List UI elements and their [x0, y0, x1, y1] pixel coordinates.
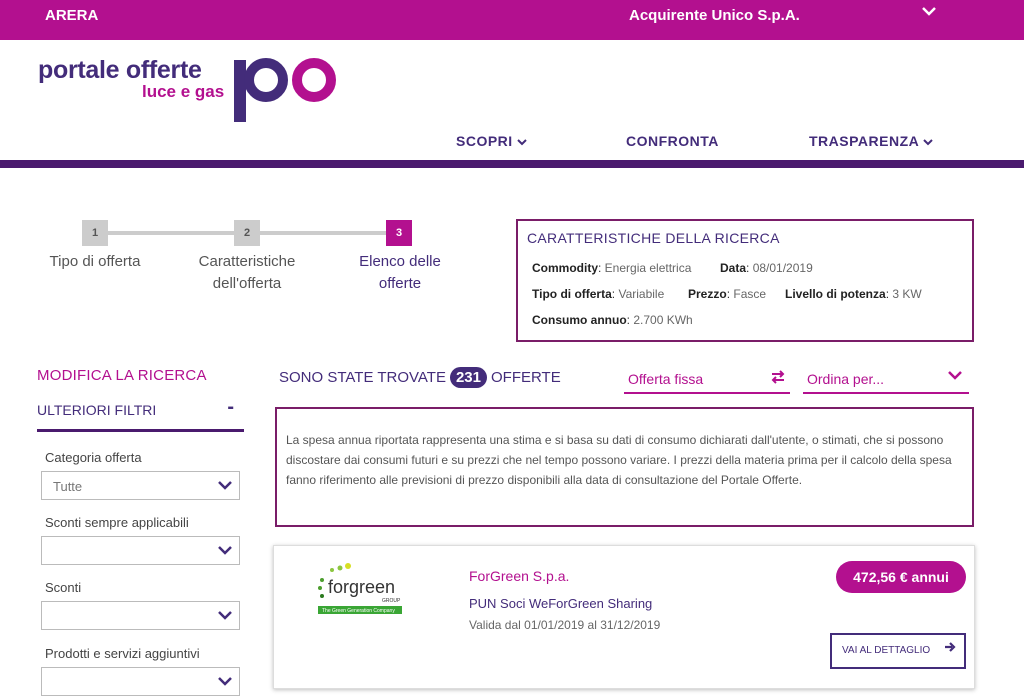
step-connector: [252, 231, 392, 235]
nav-scopri[interactable]: SCOPRI: [456, 133, 527, 149]
step-3-number: 3: [386, 220, 412, 246]
po-logo-icon: [234, 58, 336, 122]
chevron-down-icon: [217, 608, 233, 625]
forgreen-logo: forgreen GROUP The Green Generation Comp…: [314, 562, 414, 623]
chevron-down-icon: [217, 543, 233, 560]
collapse-icon[interactable]: -: [227, 396, 234, 419]
chevron-down-icon[interactable]: [920, 2, 938, 24]
offer-card: forgreen GROUP The Green Generation Comp…: [273, 545, 975, 689]
search-characteristics-box: CARATTERISTICHE DELLA RICERCA Commodity:…: [516, 219, 974, 342]
filter-label: Prodotti e servizi aggiuntivi: [45, 646, 200, 661]
offer-name: PUN Soci WeForGreen Sharing: [469, 596, 653, 611]
results-count: SONO STATE TROVATE 231 OFFERTE: [279, 367, 561, 388]
results-count-badge: 231: [449, 367, 487, 388]
detail-button[interactable]: VAI AL DETTAGLIO: [830, 633, 966, 669]
annual-price-badge: 472,56 € annui: [836, 561, 966, 593]
acquirente-unico-link[interactable]: Acquirente Unico S.p.A.: [629, 7, 800, 24]
logo-subtitle: luce e gas: [142, 82, 225, 101]
svg-text:The Green Generation Company: The Green Generation Company: [322, 608, 395, 614]
chevron-down-icon: [923, 139, 933, 146]
step-3-label: Elenco delle offerte: [359, 253, 441, 292]
svg-text:GROUP: GROUP: [382, 598, 401, 604]
offer-validity: Valida dal 01/01/2019 al 31/12/2019: [469, 618, 661, 632]
chevron-down-icon: [947, 368, 963, 385]
nav-confronta[interactable]: CONFRONTA: [626, 133, 719, 149]
sort-dropdown[interactable]: Ordina per...: [803, 364, 969, 394]
filter-label: Sconti: [45, 580, 82, 595]
step-connector: [100, 231, 240, 235]
chevron-down-icon: [217, 674, 233, 691]
arrow-right-icon: [944, 635, 956, 667]
nav-trasparenza[interactable]: TRASPARENZA: [809, 133, 933, 149]
tipo-row: Tipo di offerta: Variabile: [532, 287, 665, 301]
logo-title: portale offerte: [38, 56, 202, 84]
svg-text:forgreen: forgreen: [328, 577, 395, 597]
further-filters-label: ULTERIORI FILTRI: [37, 402, 157, 418]
step-1-label[interactable]: Tipo di offerta: [20, 251, 170, 273]
additional-services-select[interactable]: [41, 667, 240, 696]
filter-label: Categoria offerta: [45, 450, 142, 465]
modify-search-title: MODIFICA LA RICERCA: [37, 367, 207, 384]
further-filters-header[interactable]: ULTERIORI FILTRI -: [37, 396, 244, 432]
always-discounts-select[interactable]: [41, 536, 240, 565]
info-disclaimer: La spesa annua riportata rappresenta una…: [275, 407, 974, 527]
category-select[interactable]: Tutte: [41, 471, 240, 500]
step-2-number[interactable]: 2: [234, 220, 260, 246]
top-bar: ARERA Acquirente Unico S.p.A.: [0, 0, 1024, 40]
prezzo-row: Prezzo: Fasce: [688, 287, 767, 301]
commodity-row: Commodity: Energia elettrica: [532, 261, 692, 275]
characteristics-title: CARATTERISTICHE DELLA RICERCA: [527, 230, 780, 246]
chevron-down-icon: [217, 478, 233, 495]
step-2-label[interactable]: Caratteristiche dell'offerta: [172, 251, 322, 295]
consumo-row: Consumo annuo: 2.700 KWh: [532, 313, 693, 327]
sort-value: Ordina per...: [807, 371, 885, 387]
swap-icon: [770, 369, 786, 388]
detail-button-label: VAI AL DETTAGLIO: [842, 645, 931, 656]
data-row: Data: 08/01/2019: [720, 261, 813, 275]
filter-label: Sconti sempre applicabili: [45, 515, 189, 530]
discounts-select[interactable]: [41, 601, 240, 630]
arera-link[interactable]: ARERA: [45, 7, 98, 24]
offer-type-value: Offerta fissa: [628, 371, 704, 387]
nav-divider: [0, 160, 1024, 168]
step-1-number[interactable]: 1: [82, 220, 108, 246]
chevron-down-icon: [517, 139, 527, 146]
potenza-row: Livello di potenza: 3 KW: [785, 287, 922, 301]
offer-company: ForGreen S.p.a.: [469, 568, 570, 584]
offer-type-dropdown[interactable]: Offerta fissa: [624, 364, 790, 394]
